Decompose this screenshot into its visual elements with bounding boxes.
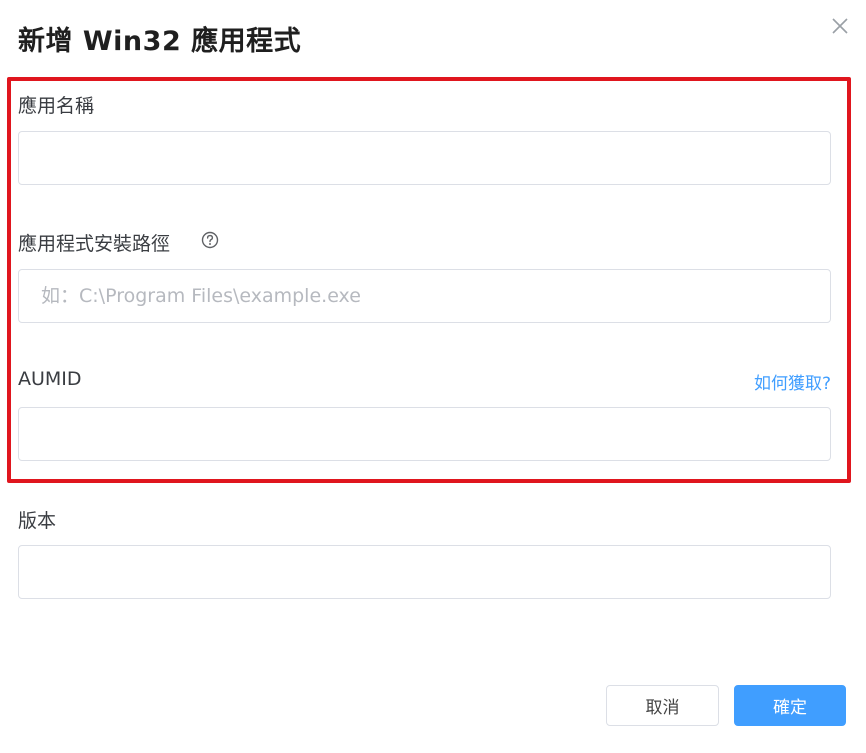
version-input[interactable]: [18, 545, 831, 599]
aumid-label: AUMID: [18, 368, 82, 390]
how-to-get-link[interactable]: 如何獲取?: [754, 369, 831, 394]
version-label: 版本: [18, 510, 57, 532]
app-name-input[interactable]: [18, 131, 831, 185]
install-path-input[interactable]: [18, 269, 831, 323]
confirm-button[interactable]: 確定: [734, 685, 846, 726]
install-path-label: 應用程式安裝路徑: [18, 233, 171, 255]
aumid-input[interactable]: [18, 407, 831, 461]
add-win32-app-dialog: 新增 Win32 應用程式 應用名稱 應用程式安裝路徑 AUMID 如何獲取? …: [0, 0, 866, 753]
dialog-title: 新增 Win32 應用程式: [18, 26, 302, 57]
question-circle-icon[interactable]: [200, 230, 220, 250]
cancel-button[interactable]: 取消: [606, 685, 719, 726]
app-name-label: 應用名稱: [18, 95, 95, 117]
close-icon[interactable]: [828, 14, 852, 38]
